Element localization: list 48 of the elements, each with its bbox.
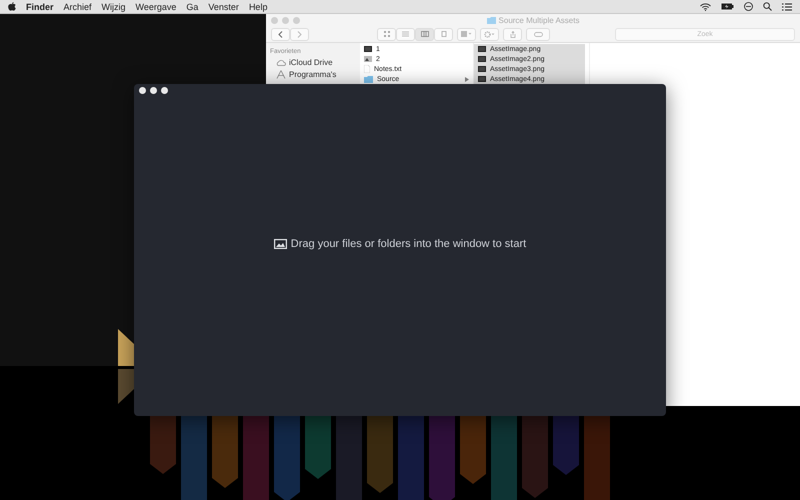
image-file-icon [364,46,372,52]
zoom-button[interactable] [161,87,168,94]
disclosure-arrow-icon [465,76,469,82]
forward-button[interactable] [290,28,309,40]
sidebar-item[interactable]: iCloud Drive [270,58,356,67]
share-icon [510,30,516,38]
menu-item[interactable]: Weergave [136,2,176,12]
menu-item[interactable]: Wijzig [102,2,126,12]
menu-item[interactable]: Archief [64,2,92,12]
battery-icon[interactable] [721,3,734,10]
image-icon [274,238,287,248]
wifi-icon[interactable] [700,2,711,10]
tag-icon [534,32,542,36]
list-icon [402,31,409,37]
minimize-button[interactable] [150,87,157,94]
list-icon[interactable] [782,2,792,10]
menu-item[interactable]: Help [248,2,268,12]
search-icon[interactable] [763,2,772,11]
do-not-disturb-icon[interactable] [744,2,753,11]
menu-item[interactable]: Venster [208,2,239,12]
cloud-icon [276,59,286,66]
columns-icon [420,31,428,37]
window-title: Source Multiple Assets [498,16,580,24]
apps-icon [276,70,286,79]
menu-item[interactable]: Finder [26,2,54,12]
action-button[interactable] [480,28,499,40]
photo-file-icon [364,56,372,62]
back-button[interactable] [271,28,290,40]
arrange-button[interactable] [457,28,476,40]
close-button[interactable] [139,87,146,94]
arrange-icon [461,31,472,37]
grid-icon [384,31,390,37]
sidebar-item[interactable]: Programma's [270,70,356,79]
document-icon [364,65,370,73]
apple-logo-icon[interactable] [8,2,16,11]
gear-icon [484,30,495,38]
gallery-icon [440,31,448,37]
chevron-left-icon [278,30,283,38]
menu-item[interactable]: Ga [186,2,198,12]
share-button[interactable] [503,28,522,40]
column-view-button[interactable] [415,28,434,40]
chevron-right-icon [297,30,302,38]
tag-button[interactable] [526,28,550,40]
list-view-button[interactable] [396,28,415,40]
folder-icon [486,16,496,24]
drop-instruction: Drag your files or folders into the window to start [290,238,526,250]
icon-view-button[interactable] [377,28,396,40]
gallery-view-button[interactable] [434,28,453,40]
